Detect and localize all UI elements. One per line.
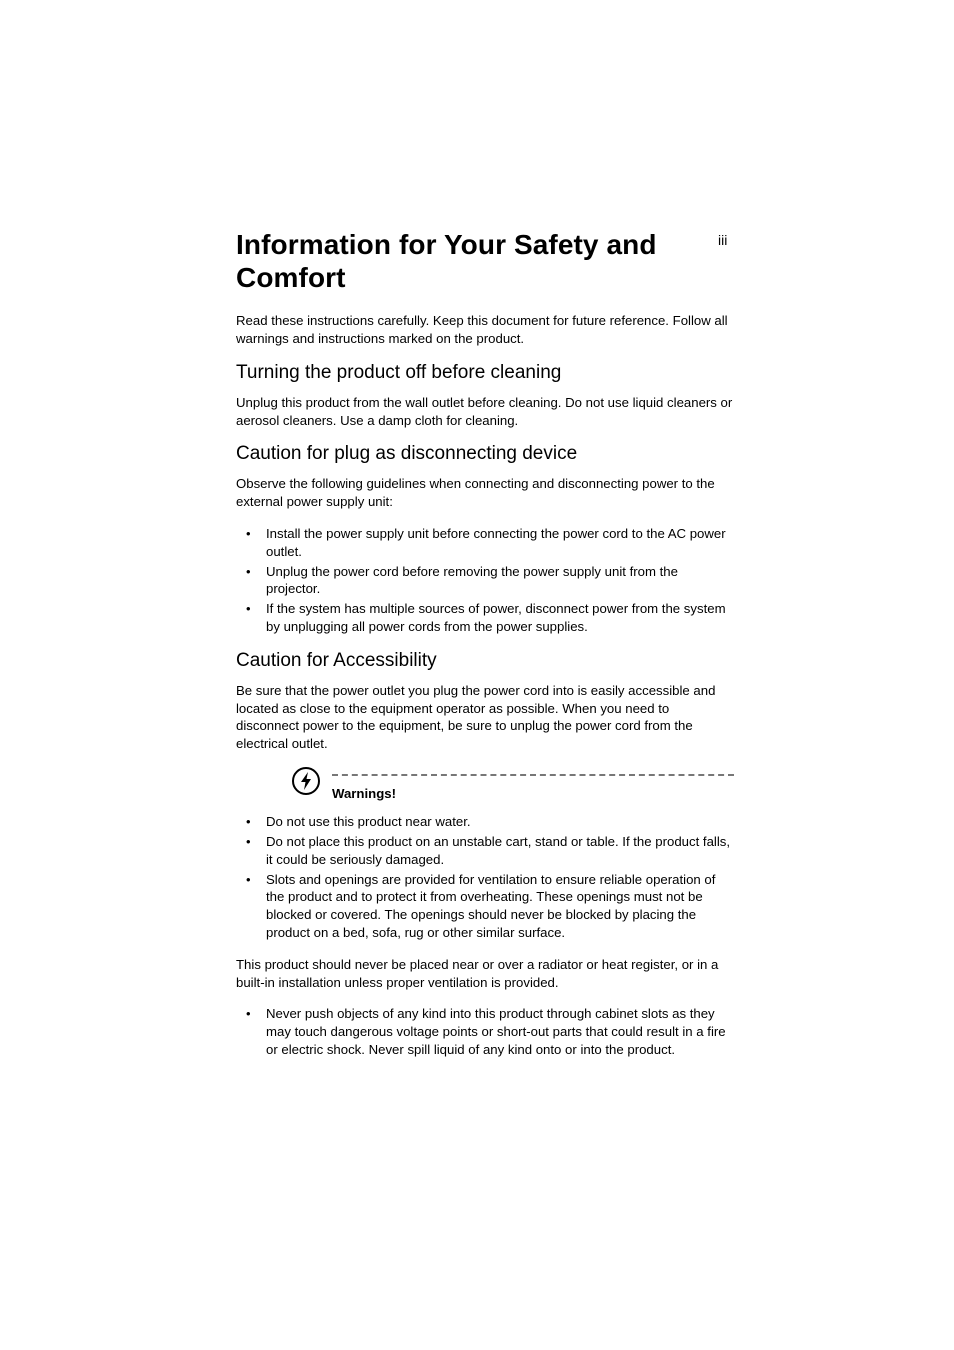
- list-item: Install the power supply unit before con…: [236, 525, 734, 561]
- warnings-list-1: Do not use this product near water. Do n…: [236, 813, 734, 942]
- list-item: Never push objects of any kind into this…: [236, 1005, 734, 1058]
- section1-heading: Turning the product off before cleaning: [236, 362, 734, 384]
- section3-heading: Caution for Accessibility: [236, 650, 734, 672]
- section1-body: Unplug this product from the wall outlet…: [236, 394, 734, 430]
- warnings-mid-paragraph: This product should never be placed near…: [236, 956, 734, 992]
- list-item: If the system has multiple sources of po…: [236, 600, 734, 636]
- list-item: Slots and openings are provided for vent…: [236, 871, 734, 942]
- list-item: Do not place this product on an unstable…: [236, 833, 734, 869]
- section2-body: Observe the following guidelines when co…: [236, 475, 734, 511]
- list-item: Do not use this product near water.: [236, 813, 734, 831]
- list-item: Unplug the power cord before removing th…: [236, 563, 734, 599]
- lightning-icon: [292, 767, 320, 795]
- warning-callout: Warnings!: [292, 767, 734, 801]
- page-content: Information for Your Safety and Comfort …: [236, 228, 734, 1073]
- page-title: Information for Your Safety and Comfort: [236, 228, 734, 294]
- section2-heading: Caution for plug as disconnecting device: [236, 443, 734, 465]
- warnings-list-2: Never push objects of any kind into this…: [236, 1005, 734, 1058]
- warnings-label: Warnings!: [332, 786, 734, 801]
- section3-body: Be sure that the power outlet you plug t…: [236, 682, 734, 753]
- section2-list: Install the power supply unit before con…: [236, 525, 734, 636]
- intro-paragraph: Read these instructions carefully. Keep …: [236, 312, 734, 348]
